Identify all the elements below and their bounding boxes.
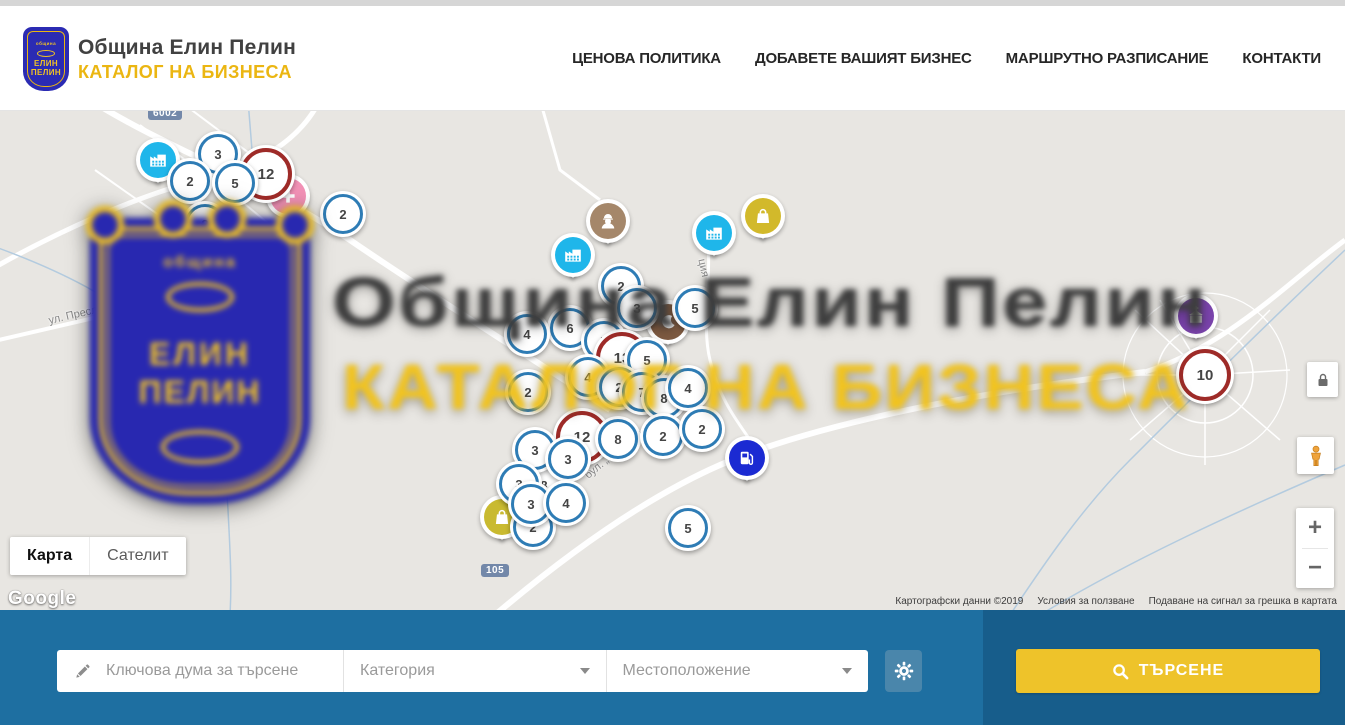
cluster-marker[interactable]: 4 — [504, 311, 550, 357]
road-shield-label: 105 — [481, 564, 509, 577]
cluster-count: 10 — [1179, 349, 1231, 401]
chevron-down-icon — [842, 668, 852, 674]
cluster-marker[interactable]: 5 — [672, 285, 718, 331]
cluster-marker[interactable]: 2 — [679, 406, 725, 452]
keyword-field[interactable] — [57, 650, 343, 692]
cluster-count: 4 — [668, 368, 708, 408]
church-icon — [1178, 298, 1214, 334]
emblem-line1: ЕЛИН — [34, 59, 58, 68]
maptype-control: Карта Сателит — [10, 537, 186, 575]
category-select[interactable]: Категория — [343, 650, 606, 692]
factory-icon — [696, 215, 732, 251]
location-select[interactable]: Местоположение — [606, 650, 869, 692]
pegman-icon — [1304, 444, 1328, 468]
cluster-marker[interactable]: 4 — [543, 480, 589, 526]
site-titles: Община Елин Пелин КАТАЛОГ НА БИЗНЕСА — [78, 36, 296, 83]
main-nav: ЦЕНОВА ПОЛИТИКА ДОБАВЕТЕ ВАШИЯТ БИЗНЕС М… — [572, 6, 1321, 110]
cluster-marker[interactable]: 2 — [182, 201, 228, 247]
advanced-search-button[interactable] — [885, 650, 922, 692]
cluster-count: 4 — [507, 314, 547, 354]
search-icon — [1112, 663, 1129, 680]
attribution-terms-link[interactable]: Условия за ползване — [1037, 596, 1134, 607]
search-button[interactable]: ТЪРСЕНЕ — [1016, 649, 1320, 693]
cluster-marker[interactable]: 5 — [665, 505, 711, 551]
map-canvas[interactable]: 6002105ул. Преславбул. „Новоселция 12325… — [0, 110, 1345, 610]
worker-icon — [590, 203, 626, 239]
cluster-marker[interactable]: 2 — [320, 191, 366, 237]
nav-item-pricing[interactable]: ЦЕНОВА ПОЛИТИКА — [572, 50, 721, 67]
search-bar: Категория Местоположение — [0, 610, 1345, 725]
cluster-marker[interactable]: 3 — [614, 285, 660, 331]
cluster-marker[interactable]: 5 — [212, 160, 258, 206]
bag-icon — [745, 198, 781, 234]
nav-item-add-business[interactable]: ДОБАВЕТЕ ВАШИЯТ БИЗНЕС — [755, 50, 972, 67]
pin-marker-bag[interactable] — [741, 194, 785, 252]
pin-marker-factory[interactable] — [551, 233, 595, 291]
cluster-count: 5 — [215, 163, 255, 203]
maptype-satellite-button[interactable]: Сателит — [89, 537, 185, 575]
cluster-count: 2 — [643, 416, 683, 456]
lock-button[interactable] — [1307, 362, 1338, 397]
top-strip — [0, 0, 1345, 6]
cluster-count: 2 — [508, 372, 548, 412]
lock-icon — [1313, 370, 1333, 390]
category-select-label: Категория — [360, 662, 435, 680]
nav-item-schedule[interactable]: МАРШРУТНО РАЗПИСАНИЕ — [1006, 50, 1209, 67]
pin-marker-church[interactable] — [1174, 294, 1218, 352]
fuel-icon — [729, 440, 765, 476]
location-select-label: Местоположение — [623, 662, 751, 680]
cluster-count: 5 — [668, 508, 708, 548]
search-button-label: ТЪРСЕНЕ — [1139, 662, 1224, 680]
chevron-down-icon — [580, 668, 590, 674]
cluster-count: 2 — [682, 409, 722, 449]
cluster-marker[interactable]: 8 — [595, 416, 641, 462]
cluster-count: 2 — [185, 204, 225, 244]
emblem-top-word: община — [36, 41, 56, 46]
pegman-button[interactable] — [1297, 437, 1334, 474]
cluster-count: 2 — [323, 194, 363, 234]
gear-icon — [893, 660, 915, 682]
header: община ЕЛИН ПЕЛИН Община Елин Пелин КАТА… — [0, 6, 1345, 111]
zoom-in-button[interactable]: + — [1296, 508, 1334, 548]
nav-item-contacts[interactable]: КОНТАКТИ — [1242, 50, 1321, 67]
pin-marker-fuel[interactable] — [725, 436, 769, 494]
zoom-control: + − — [1296, 508, 1334, 588]
pin-marker-factory[interactable] — [692, 211, 736, 269]
cluster-count: 2 — [170, 161, 210, 201]
map-attribution: Картографски данни ©2019 Условия за полз… — [895, 596, 1337, 607]
attribution-copyright: Картографски данни ©2019 — [895, 596, 1023, 607]
road-shield-label: 6002 — [148, 110, 182, 120]
site-title: Община Елин Пелин — [78, 36, 296, 60]
emblem-line2: ПЕЛИН — [31, 68, 61, 77]
search-fields: Категория Местоположение — [57, 650, 868, 692]
cluster-count: 5 — [675, 288, 715, 328]
cluster-marker[interactable]: 10 — [1176, 346, 1234, 404]
cluster-count: 8 — [598, 419, 638, 459]
cluster-count: 3 — [617, 288, 657, 328]
cluster-marker[interactable]: 4 — [665, 365, 711, 411]
pencil-icon — [73, 662, 92, 681]
cluster-count: 4 — [546, 483, 586, 523]
maptype-map-button[interactable]: Карта — [10, 537, 89, 575]
cluster-marker[interactable]: 2 — [505, 369, 551, 415]
attribution-report-link[interactable]: Подаване на сигнал за грешка в картата — [1149, 596, 1337, 607]
cluster-marker[interactable]: 3 — [545, 436, 591, 482]
site-logo[interactable]: община ЕЛИН ПЕЛИН Община Елин Пелин КАТА… — [24, 28, 296, 90]
emblem-ornament — [37, 50, 55, 57]
google-logo[interactable]: Google — [8, 588, 76, 610]
site-subtitle: КАТАЛОГ НА БИЗНЕСА — [78, 62, 296, 83]
cluster-marker[interactable]: 2 — [167, 158, 213, 204]
page: община ЕЛИН ПЕЛИН Община Елин Пелин КАТА… — [0, 0, 1345, 725]
zoom-out-button[interactable]: − — [1296, 549, 1334, 589]
factory-icon — [555, 237, 591, 273]
keyword-input[interactable] — [104, 661, 338, 681]
cluster-count: 3 — [548, 439, 588, 479]
municipality-emblem-icon: община ЕЛИН ПЕЛИН — [24, 28, 68, 90]
